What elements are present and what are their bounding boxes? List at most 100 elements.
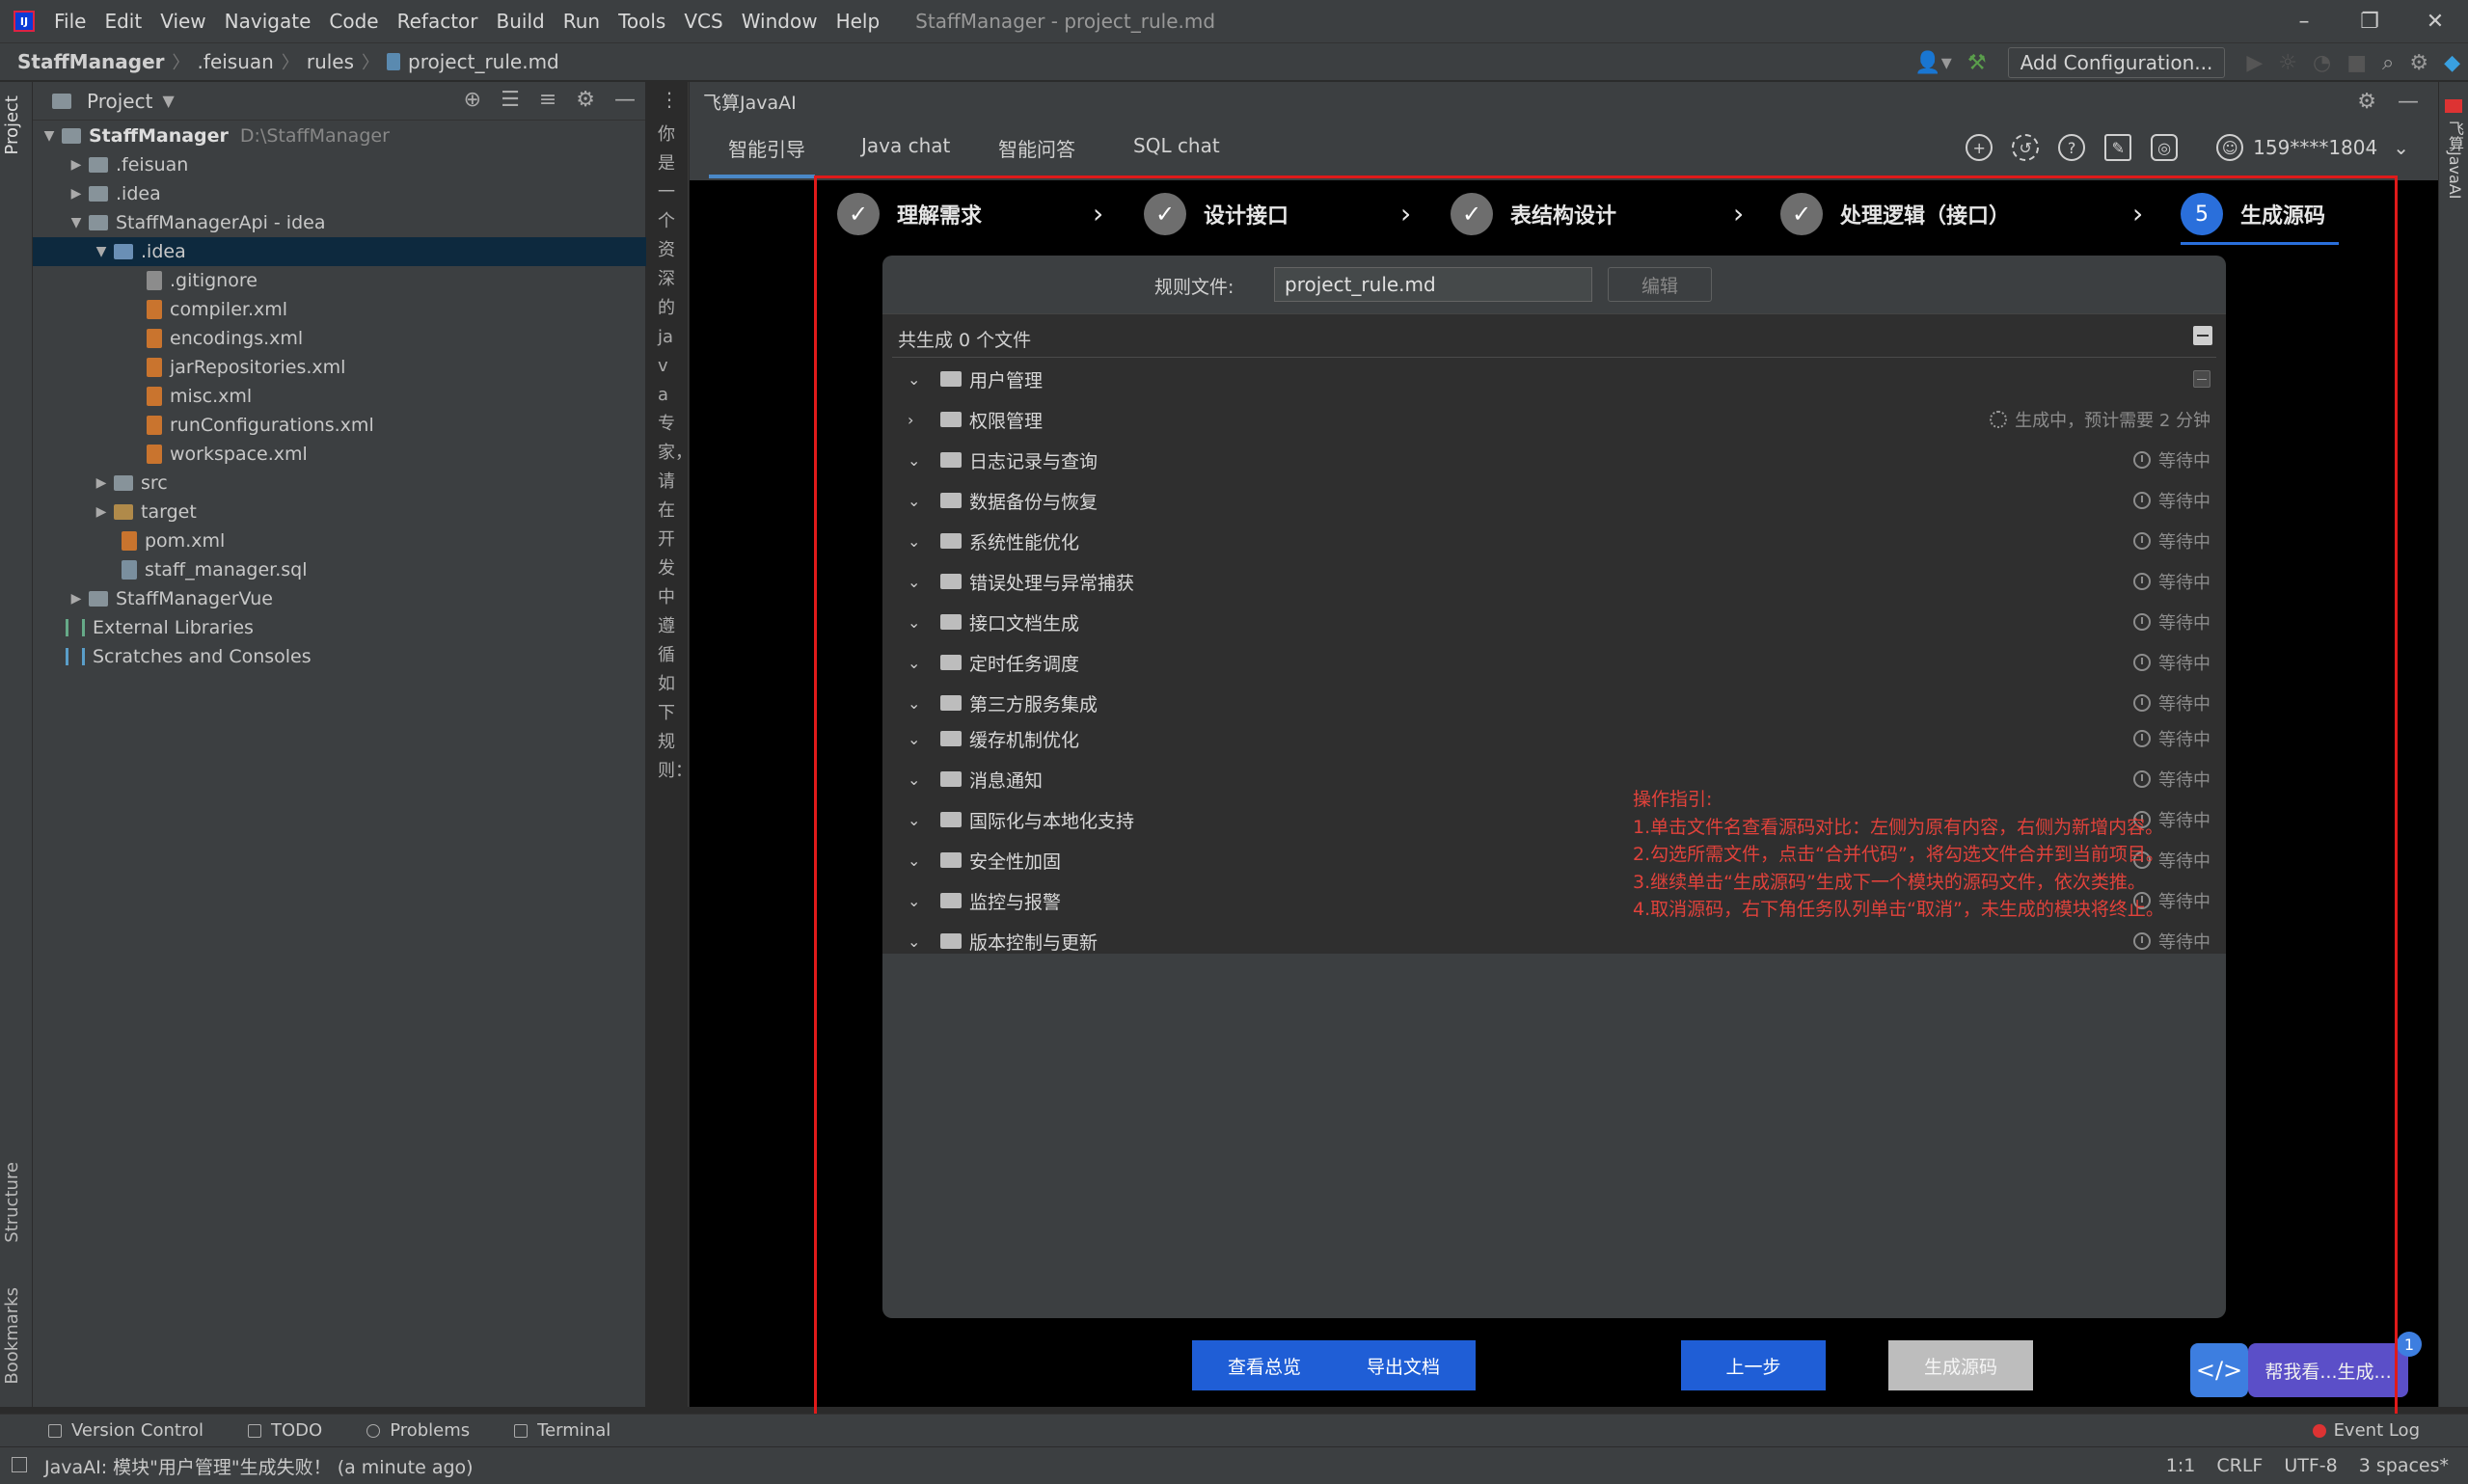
tree-item-external-libraries[interactable]: External Libraries <box>33 613 646 642</box>
folder-icon <box>114 504 133 520</box>
menu-build[interactable]: Build <box>497 10 545 33</box>
search-icon[interactable]: ⌕ <box>2382 51 2394 75</box>
menu-tools[interactable]: Tools <box>618 10 665 33</box>
chevron-down-icon[interactable]: ▼ <box>41 128 58 144</box>
tree-item-gitignore[interactable]: .gitignore <box>33 266 646 295</box>
chevron-down-icon[interactable]: ▼ <box>93 244 110 259</box>
version-control-tab[interactable]: Version Control <box>48 1420 203 1441</box>
breadcrumb-rules[interactable]: rules <box>307 50 354 73</box>
bookmarks-tool-tab[interactable]: Bookmarks <box>2 1287 22 1385</box>
edit-icon[interactable]: ✎ <box>2104 134 2132 161</box>
left-tool-strip: Project Structure Bookmarks <box>0 82 33 1407</box>
todo-tab[interactable]: TODO <box>247 1420 322 1441</box>
tree-item-jarrepositories-xml[interactable]: jarRepositories.xml <box>33 353 646 382</box>
file-encoding[interactable]: UTF-8 <box>2284 1455 2337 1476</box>
menu-window[interactable]: Window <box>742 10 818 33</box>
tree-item-pom-xml[interactable]: pom.xml <box>33 526 646 555</box>
collapse-all-icon[interactable]: ≡ <box>539 88 556 112</box>
editor-text-column: 你是一个资深的java专家，请在开发中遵循如下规则： <box>658 124 692 781</box>
chevron-down-icon[interactable]: ⌄ <box>2393 136 2409 159</box>
chevron-right-icon[interactable]: ▶ <box>68 186 85 202</box>
problems-tab[interactable]: Problems <box>366 1420 470 1441</box>
chevron-right-icon[interactable]: ▶ <box>68 591 85 607</box>
plugin-icon[interactable]: ◆ <box>2444 51 2460 75</box>
tree-item-staffmanager[interactable]: ▼ StaffManager D:\StaffManager <box>33 121 646 150</box>
menu-edit[interactable]: Edit <box>104 10 142 33</box>
tree-item-scratches[interactable]: Scratches and Consoles <box>33 642 646 671</box>
status-message[interactable]: JavaAI: 模块"用户管理"生成失败！ (a minute ago) <box>44 1453 474 1479</box>
tree-item-runconfigurations-xml[interactable]: runConfigurations.xml <box>33 411 646 440</box>
chevron-right-icon[interactable]: ▶ <box>93 504 110 520</box>
breadcrumb-feisuan[interactable]: .feisuan <box>198 50 274 73</box>
help-icon[interactable]: ? <box>2058 134 2086 161</box>
xml-file-icon <box>147 329 162 348</box>
run-icon[interactable]: ▶ <box>2246 51 2263 75</box>
menu-code[interactable]: Code <box>329 10 378 33</box>
project-panel-title[interactable]: Project <box>87 90 152 113</box>
tab-smart-qa[interactable]: 智能问答 <box>998 134 1075 162</box>
chevron-right-icon[interactable]: ▶ <box>93 475 110 491</box>
terminal-tab[interactable]: Terminal <box>514 1420 610 1441</box>
markdown-file-icon <box>387 53 401 70</box>
avatar[interactable]: ☺ <box>2216 134 2244 161</box>
tab-smart-guide[interactable]: 智能引导 <box>728 134 805 162</box>
debug-icon[interactable]: ☼ <box>2278 51 2297 75</box>
javaai-tool-tab[interactable]: 飞算JavaAI <box>2443 121 2466 199</box>
close-icon[interactable]: ✕ <box>2402 0 2468 42</box>
tree-item-staff-manager-sql[interactable]: staff_manager.sql <box>33 555 646 584</box>
tree-item-workspace-xml[interactable]: workspace.xml <box>33 440 646 469</box>
user-account[interactable]: 159****1804 <box>2253 136 2377 159</box>
chevron-right-icon[interactable]: ▶ <box>68 157 85 173</box>
menu-help[interactable]: Help <box>836 10 881 33</box>
indent-setting[interactable]: 3 spaces* <box>2359 1455 2449 1476</box>
menu-view[interactable]: View <box>160 10 205 33</box>
hide-icon[interactable]: — <box>614 88 636 112</box>
build-hammer-icon[interactable]: ⚒ <box>1967 51 1987 75</box>
cursor-position[interactable]: 1:1 <box>2166 1455 2196 1476</box>
minimize-icon[interactable]: – <box>2271 0 2337 42</box>
gear-icon[interactable]: ⚙ <box>2357 90 2376 114</box>
breadcrumb-project[interactable]: StaffManager <box>17 50 165 73</box>
user-icon[interactable]: 👤▾ <box>1914 51 1951 75</box>
tree-item-encodings-xml[interactable]: encodings.xml <box>33 324 646 353</box>
menu-run[interactable]: Run <box>563 10 600 33</box>
tree-item-feisuan[interactable]: ▶ .feisuan <box>33 150 646 179</box>
project-panel-header: Project ▼ ⊕ ☰ ≡ ⚙ — <box>33 82 645 121</box>
menu-navigate[interactable]: Navigate <box>225 10 312 33</box>
new-chat-icon[interactable]: + <box>1966 134 1993 161</box>
menu-vcs[interactable]: VCS <box>684 10 722 33</box>
coverage-icon[interactable]: ◔ <box>2313 51 2331 75</box>
tab-java-chat[interactable]: Java chat <box>861 134 950 157</box>
event-log-tab[interactable]: Event Log <box>2312 1420 2420 1441</box>
tab-sql-chat[interactable]: SQL chat <box>1133 134 1220 157</box>
tree-item-compiler-xml[interactable]: compiler.xml <box>33 295 646 324</box>
tree-item-target[interactable]: ▶ target <box>33 498 646 526</box>
history-icon[interactable]: ↺ <box>2012 134 2040 161</box>
gear-icon[interactable]: ⚙ <box>576 88 595 112</box>
menu-refactor[interactable]: Refactor <box>397 10 478 33</box>
tree-item-staffmanagervue[interactable]: ▶ StaffManagerVue <box>33 584 646 613</box>
tree-item-src[interactable]: ▶ src <box>33 469 646 498</box>
structure-tool-tab[interactable]: Structure <box>2 1162 22 1243</box>
add-configuration-button[interactable]: Add Configuration... <box>2007 47 2226 78</box>
restore-icon[interactable]: ❐ <box>2337 0 2402 42</box>
panel-toggle-icon[interactable] <box>12 1457 27 1472</box>
stop-icon[interactable]: ■ <box>2346 51 2367 75</box>
tree-label: staff_manager.sql <box>145 559 308 580</box>
tree-item-staffmanagerapi[interactable]: ▼ StaffManagerApi - idea <box>33 208 646 237</box>
locate-icon[interactable]: ⊕ <box>464 88 481 112</box>
menu-file[interactable]: File <box>54 10 86 33</box>
line-separator[interactable]: CRLF <box>2216 1455 2263 1476</box>
breadcrumb-file[interactable]: project_rule.md <box>408 50 559 73</box>
hide-icon[interactable]: — <box>2398 90 2419 114</box>
project-tool-tab[interactable]: Project <box>2 95 22 155</box>
expand-all-icon[interactable]: ☰ <box>501 88 520 112</box>
chevron-down-icon[interactable]: ▼ <box>68 215 85 230</box>
more-options-icon[interactable]: ⋮ <box>660 88 679 111</box>
settings-icon[interactable]: ◎ <box>2151 134 2179 161</box>
tree-item-misc-xml[interactable]: misc.xml <box>33 382 646 411</box>
chevron-down-icon[interactable]: ▼ <box>162 92 174 110</box>
tree-item-api-idea[interactable]: ▼ .idea <box>33 237 646 266</box>
tree-item-idea[interactable]: ▶ .idea <box>33 179 646 208</box>
settings-icon[interactable]: ⚙ <box>2409 51 2428 75</box>
